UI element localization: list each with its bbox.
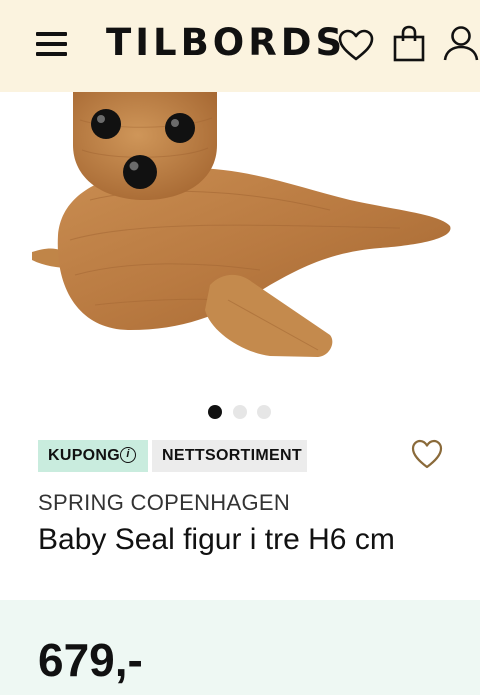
product-title: Baby Seal figur i tre H6 cm [38,523,395,556]
product-price: 679,- [38,634,143,686]
coupon-label: KUPONG [48,447,121,464]
menu-icon[interactable] [36,29,68,57]
carousel-dot-2[interactable] [233,405,247,419]
wishlist-heart-icon[interactable] [410,438,444,470]
site-header: TILBORDS [0,0,480,92]
carousel-dot-1[interactable] [208,405,222,419]
info-icon[interactable]: i [120,447,136,463]
carousel-dots [0,405,480,419]
heart-icon[interactable] [337,28,375,62]
shopping-bag-icon[interactable] [392,24,426,62]
online-only-badge: NETTSORTIMENT [152,440,307,472]
site-logo[interactable]: TILBORDS [106,20,346,66]
user-icon[interactable] [442,24,480,62]
product-image[interactable] [0,92,480,392]
carousel-dot-3[interactable] [257,405,271,419]
coupon-badge[interactable]: KUPONG i [38,440,148,472]
product-brand[interactable]: SPRING COPENHAGEN [38,490,290,516]
